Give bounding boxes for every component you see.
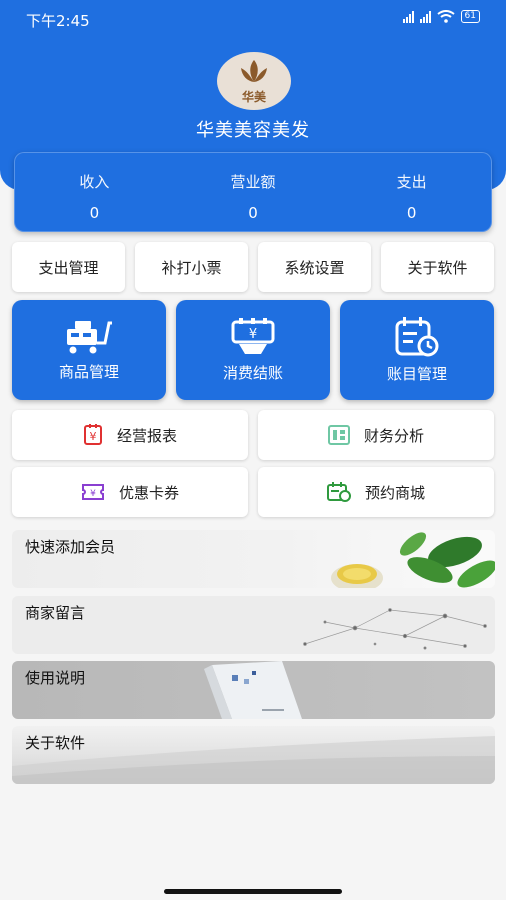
home-indicator	[164, 889, 342, 894]
layout-analysis-icon	[327, 425, 350, 445]
app-title: 华美美容美发	[196, 120, 310, 141]
coupon-button[interactable]: ¥ 优惠卡券	[12, 467, 248, 517]
signal-icon-2	[419, 10, 431, 23]
logo-text: 华美	[241, 89, 266, 104]
ledger-management-button[interactable]: 账目管理	[340, 300, 494, 400]
cart-icon	[67, 320, 112, 353]
status-icons: 61	[402, 10, 480, 23]
grid-row-1: ¥ 经营报表 财务分析	[12, 410, 494, 460]
battery-icon: 61	[460, 10, 480, 23]
system-settings-button[interactable]: 系统设置	[258, 242, 371, 292]
ledger-management-label: 账目管理	[386, 364, 447, 383]
business-report-label: 经营报表	[116, 426, 177, 445]
business-report-button[interactable]: ¥ 经营报表	[12, 410, 248, 460]
coupon-icon: ¥	[81, 484, 104, 500]
svg-text:¥: ¥	[90, 489, 96, 499]
checkout-button[interactable]: ¥ 消费结账	[176, 300, 330, 400]
financial-analysis-label: 财务分析	[363, 426, 424, 445]
svg-text:¥: ¥	[89, 430, 96, 443]
app-logo: 华美	[217, 52, 291, 110]
banner-about-software[interactable]: 关于软件	[12, 726, 495, 784]
stats-card: 收入 0 营业额 0 支出 0	[14, 152, 492, 232]
stat-label: 收入	[79, 173, 110, 191]
stat-revenue[interactable]: 营业额 0	[174, 153, 333, 231]
banner-label: 商家留言	[25, 604, 86, 622]
ledger-icon	[395, 316, 439, 356]
stat-value: 0	[406, 204, 417, 222]
stat-label: 营业额	[230, 173, 276, 191]
expense-management-button[interactable]: 支出管理	[12, 242, 125, 292]
yuan-report-icon: ¥	[83, 424, 102, 445]
svg-text:¥: ¥	[249, 327, 257, 342]
banner-label: 使用说明	[25, 669, 86, 687]
stat-value: 0	[89, 204, 100, 222]
financial-analysis-button[interactable]: 财务分析	[258, 410, 494, 460]
banner-user-guide[interactable]: 使用说明	[12, 661, 495, 719]
stat-label: 支出	[396, 173, 427, 191]
stat-value: 0	[248, 204, 258, 222]
wifi-icon	[436, 10, 455, 23]
banner-merchant-message[interactable]: 商家留言	[12, 596, 495, 654]
status-bar: 下午2:45 61	[0, 0, 506, 36]
reprint-receipt-button[interactable]: 补打小票	[135, 242, 248, 292]
tea-leaves-image	[331, 532, 495, 588]
about-software-button[interactable]: 关于软件	[381, 242, 494, 292]
network-dots-image	[303, 608, 487, 650]
calendar-clock-icon	[326, 482, 351, 502]
coupon-label: 优惠卡券	[118, 483, 179, 502]
main-button-row: 商品管理 ¥ 消费结账 账目管理	[12, 300, 494, 400]
stat-expense[interactable]: 支出 0	[332, 153, 491, 231]
checkout-icon: ¥	[231, 317, 275, 354]
banner-add-member[interactable]: 快速添加会员	[12, 530, 495, 588]
lotus-icon	[241, 59, 267, 82]
checkout-label: 消费结账	[222, 363, 283, 382]
banner-label: 快速添加会员	[25, 538, 116, 556]
product-management-button[interactable]: 商品管理	[12, 300, 166, 400]
brochure-image	[204, 661, 302, 719]
stat-income[interactable]: 收入 0	[15, 153, 174, 231]
signal-icon	[402, 10, 414, 23]
product-management-label: 商品管理	[58, 362, 119, 381]
quick-button-row: 支出管理 补打小票 系统设置 关于软件	[12, 242, 494, 292]
grid-row-2: ¥ 优惠卡券 预约商城	[12, 467, 494, 517]
booking-mall-button[interactable]: 预约商城	[258, 467, 494, 517]
status-time: 下午2:45	[26, 12, 90, 30]
booking-mall-label: 预约商城	[364, 483, 425, 502]
wave-background-image	[12, 736, 495, 784]
